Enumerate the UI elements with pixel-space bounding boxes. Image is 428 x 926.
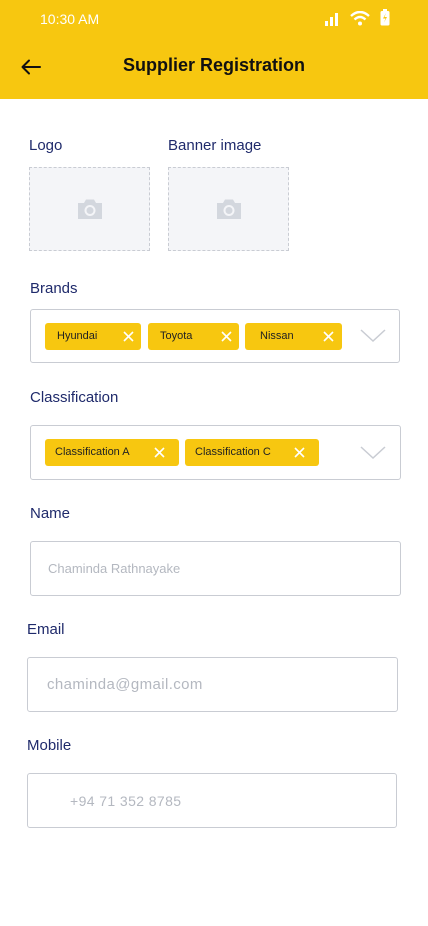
brand-chip: Nissan	[245, 323, 342, 350]
classification-chip: Classification A	[45, 439, 179, 466]
logo-label: Logo	[29, 137, 63, 154]
name-input[interactable]	[31, 542, 400, 595]
close-icon[interactable]	[122, 330, 135, 343]
page-title: Supplier Registration	[122, 55, 306, 75]
camera-icon	[77, 199, 102, 219]
brands-label: Brands	[30, 280, 78, 297]
mobile-input[interactable]	[28, 774, 396, 827]
camera-icon	[216, 199, 241, 219]
email-label: Email	[27, 621, 65, 638]
logo-upload[interactable]	[29, 167, 150, 251]
brands-select[interactable]: Hyundai Toyota Nissan	[30, 309, 400, 363]
close-icon[interactable]	[322, 330, 335, 343]
mobile-label: Mobile	[27, 737, 72, 754]
signal-icon	[325, 13, 338, 26]
wifi-icon	[350, 11, 370, 26]
email-field[interactable]	[27, 657, 398, 712]
close-icon[interactable]	[153, 446, 166, 459]
name-label: Name	[30, 505, 71, 522]
mobile-field[interactable]	[27, 773, 397, 828]
classification-label: Classification	[30, 389, 119, 406]
chip-label: Classification A	[55, 446, 130, 458]
close-icon[interactable]	[220, 330, 233, 343]
app-header: 10:30 AM Supplier Registration	[0, 0, 428, 99]
battery-icon	[380, 9, 390, 26]
brand-chip: Toyota	[148, 323, 239, 350]
email-input[interactable]	[28, 658, 397, 711]
chip-label: Classification C	[195, 446, 271, 458]
chip-label: Toyota	[160, 330, 193, 342]
chip-label: Hyundai	[57, 330, 98, 342]
banner-label: Banner image	[168, 137, 262, 154]
chip-label: Nissan	[260, 330, 294, 342]
chevron-down-icon[interactable]	[360, 328, 386, 344]
brand-chip: Hyundai	[45, 323, 141, 350]
classification-chip: Classification C	[185, 439, 319, 466]
close-icon[interactable]	[293, 446, 306, 459]
banner-upload[interactable]	[168, 167, 289, 251]
status-icons	[324, 9, 390, 26]
status-time: 10:30 AM	[40, 11, 100, 27]
name-field[interactable]	[30, 541, 401, 596]
classification-select[interactable]: Classification A Classification C	[30, 425, 401, 480]
chevron-down-icon[interactable]	[360, 445, 386, 461]
